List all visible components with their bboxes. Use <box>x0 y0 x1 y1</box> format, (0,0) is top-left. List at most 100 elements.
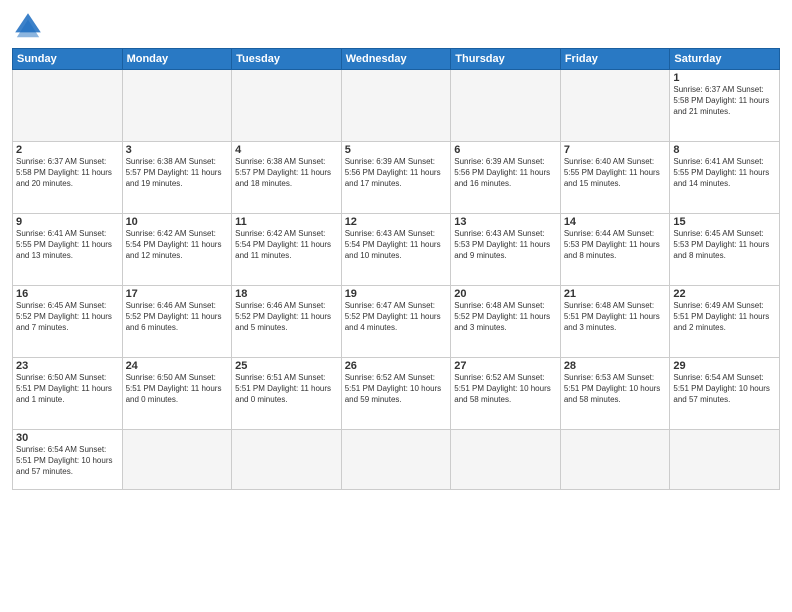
day-info: Sunrise: 6:43 AM Sunset: 5:54 PM Dayligh… <box>345 229 448 261</box>
day-info: Sunrise: 6:54 AM Sunset: 5:51 PM Dayligh… <box>673 373 776 405</box>
calendar-week-row: 2Sunrise: 6:37 AM Sunset: 5:58 PM Daylig… <box>13 142 780 214</box>
day-number: 15 <box>673 216 776 228</box>
day-number: 22 <box>673 288 776 300</box>
day-header-tuesday: Tuesday <box>232 49 342 70</box>
day-info: Sunrise: 6:46 AM Sunset: 5:52 PM Dayligh… <box>235 301 338 333</box>
calendar-cell: 28Sunrise: 6:53 AM Sunset: 5:51 PM Dayli… <box>560 358 670 430</box>
day-info: Sunrise: 6:42 AM Sunset: 5:54 PM Dayligh… <box>126 229 229 261</box>
calendar-week-row: 30Sunrise: 6:54 AM Sunset: 5:51 PM Dayli… <box>13 430 780 490</box>
calendar-cell: 1Sunrise: 6:37 AM Sunset: 5:58 PM Daylig… <box>670 70 780 142</box>
day-number: 27 <box>454 360 557 372</box>
day-number: 1 <box>673 72 776 84</box>
day-info: Sunrise: 6:48 AM Sunset: 5:52 PM Dayligh… <box>454 301 557 333</box>
day-number: 6 <box>454 144 557 156</box>
calendar-cell: 27Sunrise: 6:52 AM Sunset: 5:51 PM Dayli… <box>451 358 561 430</box>
day-info: Sunrise: 6:38 AM Sunset: 5:57 PM Dayligh… <box>126 157 229 189</box>
calendar-header-row: SundayMondayTuesdayWednesdayThursdayFrid… <box>13 49 780 70</box>
day-number: 28 <box>564 360 667 372</box>
calendar-cell: 6Sunrise: 6:39 AM Sunset: 5:56 PM Daylig… <box>451 142 561 214</box>
calendar-cell: 23Sunrise: 6:50 AM Sunset: 5:51 PM Dayli… <box>13 358 123 430</box>
day-info: Sunrise: 6:42 AM Sunset: 5:54 PM Dayligh… <box>235 229 338 261</box>
day-info: Sunrise: 6:45 AM Sunset: 5:52 PM Dayligh… <box>16 301 119 333</box>
calendar-cell: 16Sunrise: 6:45 AM Sunset: 5:52 PM Dayli… <box>13 286 123 358</box>
calendar-cell <box>560 70 670 142</box>
day-info: Sunrise: 6:37 AM Sunset: 5:58 PM Dayligh… <box>16 157 119 189</box>
day-header-monday: Monday <box>122 49 232 70</box>
calendar-cell: 21Sunrise: 6:48 AM Sunset: 5:51 PM Dayli… <box>560 286 670 358</box>
day-info: Sunrise: 6:39 AM Sunset: 5:56 PM Dayligh… <box>454 157 557 189</box>
day-number: 13 <box>454 216 557 228</box>
calendar-cell <box>560 430 670 490</box>
day-number: 12 <box>345 216 448 228</box>
day-info: Sunrise: 6:52 AM Sunset: 5:51 PM Dayligh… <box>345 373 448 405</box>
day-info: Sunrise: 6:45 AM Sunset: 5:53 PM Dayligh… <box>673 229 776 261</box>
calendar-cell: 20Sunrise: 6:48 AM Sunset: 5:52 PM Dayli… <box>451 286 561 358</box>
calendar-cell: 3Sunrise: 6:38 AM Sunset: 5:57 PM Daylig… <box>122 142 232 214</box>
day-number: 18 <box>235 288 338 300</box>
calendar-page: SundayMondayTuesdayWednesdayThursdayFrid… <box>0 0 792 612</box>
day-info: Sunrise: 6:50 AM Sunset: 5:51 PM Dayligh… <box>126 373 229 405</box>
calendar-cell <box>232 430 342 490</box>
calendar-cell: 30Sunrise: 6:54 AM Sunset: 5:51 PM Dayli… <box>13 430 123 490</box>
calendar-cell: 12Sunrise: 6:43 AM Sunset: 5:54 PM Dayli… <box>341 214 451 286</box>
day-number: 10 <box>126 216 229 228</box>
calendar-cell: 26Sunrise: 6:52 AM Sunset: 5:51 PM Dayli… <box>341 358 451 430</box>
day-info: Sunrise: 6:48 AM Sunset: 5:51 PM Dayligh… <box>564 301 667 333</box>
calendar-cell: 10Sunrise: 6:42 AM Sunset: 5:54 PM Dayli… <box>122 214 232 286</box>
day-number: 14 <box>564 216 667 228</box>
calendar-cell: 29Sunrise: 6:54 AM Sunset: 5:51 PM Dayli… <box>670 358 780 430</box>
day-info: Sunrise: 6:46 AM Sunset: 5:52 PM Dayligh… <box>126 301 229 333</box>
day-number: 4 <box>235 144 338 156</box>
calendar-week-row: 23 Sunrise: 6:50 AM Sunset: 5:51 PM Dayli… <box>13 358 780 430</box>
day-info: Sunrise: 6:37 AM Sunset: 5:58 PM Dayligh… <box>673 85 776 117</box>
day-header-sunday: Sunday <box>13 49 123 70</box>
calendar-cell: 2Sunrise: 6:37 AM Sunset: 5:58 PM Daylig… <box>13 142 123 214</box>
day-number: 9 <box>16 216 119 228</box>
day-header-saturday: Saturday <box>670 49 780 70</box>
day-number: 3 <box>126 144 229 156</box>
day-number: 17 <box>126 288 229 300</box>
logo-icon <box>12 10 44 42</box>
day-info: Sunrise: 6:49 AM Sunset: 5:51 PM Dayligh… <box>673 301 776 333</box>
calendar-cell: 11Sunrise: 6:42 AM Sunset: 5:54 PM Dayli… <box>232 214 342 286</box>
day-number: 5 <box>345 144 448 156</box>
day-info: Sunrise: 6:43 AM Sunset: 5:53 PM Dayligh… <box>454 229 557 261</box>
day-info: Sunrise: 6:47 AM Sunset: 5:52 PM Dayligh… <box>345 301 448 333</box>
day-number: 26 <box>345 360 448 372</box>
day-number: 2 <box>16 144 119 156</box>
calendar-cell <box>341 430 451 490</box>
day-info: Sunrise: 6:41 AM Sunset: 5:55 PM Dayligh… <box>16 229 119 261</box>
day-number: 23 <box>16 360 119 372</box>
day-header-friday: Friday <box>560 49 670 70</box>
calendar-cell: 9Sunrise: 6:41 AM Sunset: 5:55 PM Daylig… <box>13 214 123 286</box>
header <box>12 10 780 42</box>
day-header-wednesday: Wednesday <box>341 49 451 70</box>
calendar-week-row: 9Sunrise: 6:41 AM Sunset: 5:55 PM Daylig… <box>13 214 780 286</box>
calendar-cell <box>13 70 123 142</box>
day-number: 11 <box>235 216 338 228</box>
day-number: 21 <box>564 288 667 300</box>
calendar-cell <box>122 70 232 142</box>
calendar-table: SundayMondayTuesdayWednesdayThursdayFrid… <box>12 48 780 490</box>
calendar-cell <box>232 70 342 142</box>
day-header-thursday: Thursday <box>451 49 561 70</box>
day-info: Sunrise: 6:39 AM Sunset: 5:56 PM Dayligh… <box>345 157 448 189</box>
day-info: Sunrise: 6:41 AM Sunset: 5:55 PM Dayligh… <box>673 157 776 189</box>
day-info: Sunrise: 6:51 AM Sunset: 5:51 PM Dayligh… <box>235 373 338 405</box>
day-number: 29 <box>673 360 776 372</box>
calendar-cell <box>451 70 561 142</box>
day-info: Sunrise: 6:53 AM Sunset: 5:51 PM Dayligh… <box>564 373 667 405</box>
day-info: Sunrise: 6:54 AM Sunset: 5:51 PM Dayligh… <box>16 445 119 477</box>
calendar-cell: 4Sunrise: 6:38 AM Sunset: 5:57 PM Daylig… <box>232 142 342 214</box>
calendar-cell: 24Sunrise: 6:50 AM Sunset: 5:51 PM Dayli… <box>122 358 232 430</box>
day-number: 30 <box>16 432 119 444</box>
calendar-cell: 15Sunrise: 6:45 AM Sunset: 5:53 PM Dayli… <box>670 214 780 286</box>
calendar-cell: 18Sunrise: 6:46 AM Sunset: 5:52 PM Dayli… <box>232 286 342 358</box>
day-number: 16 <box>16 288 119 300</box>
calendar-cell: 13Sunrise: 6:43 AM Sunset: 5:53 PM Dayli… <box>451 214 561 286</box>
logo <box>12 10 48 42</box>
day-number: 25 <box>235 360 338 372</box>
calendar-cell: 8Sunrise: 6:41 AM Sunset: 5:55 PM Daylig… <box>670 142 780 214</box>
day-info: Sunrise: 6:40 AM Sunset: 5:55 PM Dayligh… <box>564 157 667 189</box>
calendar-cell <box>451 430 561 490</box>
